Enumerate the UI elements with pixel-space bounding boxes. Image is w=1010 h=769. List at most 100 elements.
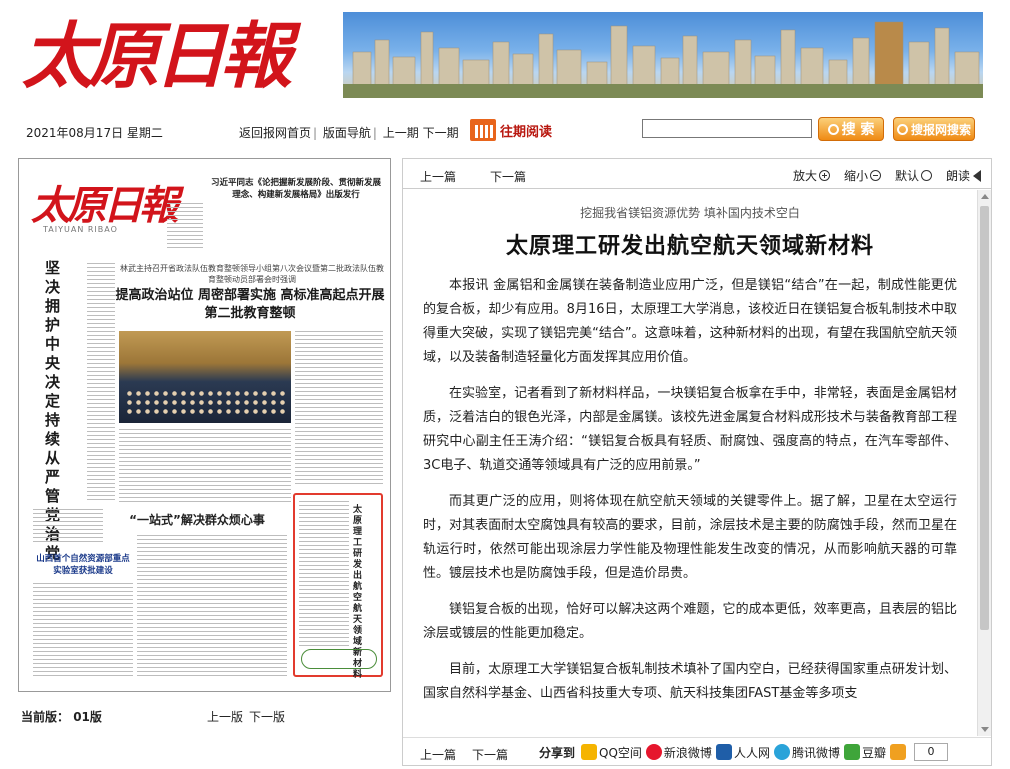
calendar-icon xyxy=(470,119,496,141)
site-logo[interactable]: 太原日報 xyxy=(22,6,322,106)
issue-date: 2021年08月17日 星期二 xyxy=(26,126,163,140)
search-input[interactable] xyxy=(642,119,812,138)
share-label: 分享到 xyxy=(539,745,576,760)
page-text-block xyxy=(137,535,287,677)
douban-icon xyxy=(843,744,860,760)
article-toolbar: 上一篇 下一篇 放大 缩小 默认 朗读 xyxy=(403,159,991,189)
circle-icon xyxy=(920,170,932,181)
article-scrollbar[interactable] xyxy=(977,190,991,736)
article-subtitle: 挖掘我省镁铝资源优势 填补国内技术空白 xyxy=(580,206,800,220)
layout-nav-link[interactable]: 版面导航 xyxy=(323,126,371,140)
page-meeting-line[interactable]: 林武主持召开省政法队伍教育整顿领导小组第八次会议暨第二批政法队伍教育整顿动员部署… xyxy=(119,263,385,285)
search-button-label: 搜 索 xyxy=(841,122,875,138)
page-masthead-logo: 太原日報 xyxy=(31,182,179,229)
article-text: 本报讯 金属铝和金属镁在装备制造业应用广泛，但是镁铝“结合”在一起，制成性能更优… xyxy=(423,274,957,718)
archive-reading-link[interactable]: 往期阅读 xyxy=(470,118,552,142)
share-bar: 分享到 QQ空间 新浪微博 人人网 腾讯微博 豆瓣 0 xyxy=(539,743,948,761)
article-title: 太原理工研发出航空航天领域新材料 xyxy=(505,234,874,259)
highlighted-article-box[interactable]: 太原理工研发出航空航天领域新材料 xyxy=(293,493,383,680)
meeting-photo[interactable] xyxy=(119,331,291,423)
home-link[interactable]: 返回报网首页 xyxy=(239,126,311,140)
share-weibo-label: 新浪微博 xyxy=(663,745,712,760)
article-footer: 上一篇 下一篇 分享到 QQ空间 新浪微博 人人网 腾讯微博 豆瓣 0 xyxy=(403,737,991,765)
article-content: 挖掘我省镁铝资源优势 填补国内技术空白 太原理工研发出航空航天领域新材料 本报讯… xyxy=(403,190,977,736)
next-page-link[interactable]: 下一版 xyxy=(249,710,285,724)
search-button[interactable]: 搜 索 xyxy=(818,117,884,141)
page-nav: 上一版 下一版 xyxy=(207,708,291,725)
scroll-down-arrow-icon[interactable] xyxy=(981,727,989,732)
page-text-block xyxy=(119,429,291,503)
read-aloud-label: 朗读 xyxy=(945,169,970,183)
reading-tools: 放大 缩小 默认 朗读 xyxy=(779,167,981,184)
separator: | xyxy=(372,126,377,140)
next-issue-link[interactable]: 下一期 xyxy=(423,126,459,140)
ad-banner xyxy=(301,649,377,669)
weibo-icon xyxy=(645,744,662,760)
plus-icon xyxy=(889,744,906,760)
share-renren[interactable]: 人人网 xyxy=(715,744,770,761)
newspaper-page-preview: 太原日報 TAIYUAN RIBAO 习近平同志《论把握新发展阶段、贯彻新发展理… xyxy=(18,158,391,692)
share-tencent-weibo-label: 腾讯微博 xyxy=(791,745,840,760)
scroll-up-arrow-icon[interactable] xyxy=(981,194,989,199)
page-text-block xyxy=(167,203,203,249)
share-qzone-label: QQ空间 xyxy=(599,745,642,760)
prev-issue-link[interactable]: 上一期 xyxy=(383,126,419,140)
zoom-in-button[interactable]: 放大 xyxy=(793,167,830,184)
search-icon xyxy=(827,123,839,135)
plus-icon xyxy=(818,170,830,181)
search-icon xyxy=(896,123,908,135)
page-text-block xyxy=(295,331,383,487)
next-article-link[interactable]: 下一篇 xyxy=(490,170,526,184)
site-search-label: 搜报网搜索 xyxy=(910,122,971,137)
default-size-button[interactable]: 默认 xyxy=(895,167,932,184)
share-douban-label: 豆瓣 xyxy=(861,745,886,760)
default-size-label: 默认 xyxy=(894,169,919,183)
page-text-block xyxy=(87,263,115,503)
separator: | xyxy=(313,126,318,140)
share-qzone[interactable]: QQ空间 xyxy=(581,744,642,761)
speaker-icon xyxy=(973,169,981,182)
masthead: 太原日報 xyxy=(0,0,1010,112)
page-text-block xyxy=(33,583,133,677)
page-top-headline[interactable]: 习近平同志《论把握新发展阶段、贯彻新发展理念、构建新发展格局》出版发行 xyxy=(207,177,385,201)
read-aloud-button[interactable]: 朗读 xyxy=(946,167,981,184)
article-panel: 上一篇 下一篇 放大 缩小 默认 朗读 挖掘我省镁铝资源优势 填补国内技术空白 太… xyxy=(402,158,992,766)
article-nav-top: 上一篇 下一篇 xyxy=(420,168,560,185)
zoom-out-label: 缩小 xyxy=(843,169,868,183)
front-page-image[interactable]: 太原日報 TAIYUAN RIBAO 习近平同志《论把握新发展阶段、贯彻新发展理… xyxy=(27,163,385,687)
tencent-weibo-icon xyxy=(773,744,790,760)
article-paragraph: 目前，太原理工大学镁铝复合板轧制技术填补了国内空白，已经获得国家重点研发计划、国… xyxy=(423,662,957,701)
article-paragraph: 本报讯 金属铝和金属镁在装备制造业应用广泛，但是镁铝“结合”在一起，制成性能更优… xyxy=(423,278,957,365)
prev-page-link[interactable]: 上一版 xyxy=(207,710,243,724)
article-paragraph: 镁铝复合板的出现，恰好可以解决这两个难题，它的成本更低，效率更高，且表层的铝比涂… xyxy=(423,602,957,641)
nav-links: 返回报网首页 | 版面导航 | 上一期 下一期 xyxy=(239,124,459,141)
page-blue-headline[interactable]: 山西首个自然资源部重点实验室获批建设 xyxy=(33,553,133,577)
page-text-block xyxy=(33,509,103,545)
prev-article-link[interactable]: 上一篇 xyxy=(420,170,456,184)
page-pager: 当前版： 01版 上一版 下一版 xyxy=(18,704,391,728)
minus-icon xyxy=(869,170,881,181)
share-weibo[interactable]: 新浪微博 xyxy=(645,744,712,761)
article-nav-bottom: 上一篇 下一篇 xyxy=(420,746,524,763)
scrollbar-thumb[interactable] xyxy=(980,206,989,630)
share-tencent-weibo[interactable]: 腾讯微博 xyxy=(773,744,840,761)
share-douban[interactable]: 豆瓣 xyxy=(843,744,886,761)
site-search-button[interactable]: 搜报网搜索 xyxy=(893,117,975,141)
qzone-icon xyxy=(581,744,598,760)
prev-article-link[interactable]: 上一篇 xyxy=(420,748,456,762)
city-banner-image xyxy=(343,12,983,98)
next-article-link[interactable]: 下一篇 xyxy=(472,748,508,762)
page-main-headline[interactable]: 提高政治站位 周密部署实施 高标准高起点开展第二批教育整顿 xyxy=(115,287,385,323)
archive-label: 往期阅读 xyxy=(500,124,553,140)
current-page-value: 01版 xyxy=(73,710,102,724)
article-paragraph: 在实验室，记者看到了新材料样品，一块镁铝复合板拿在手中，非常轻，表面是金属铝材质… xyxy=(423,386,957,473)
zoom-out-button[interactable]: 缩小 xyxy=(844,167,881,184)
current-page-indicator: 当前版： 01版 xyxy=(21,708,102,725)
page-mid-headline[interactable]: “一站式”解决群众烦心事 xyxy=(107,511,287,528)
page-text-block xyxy=(299,501,349,647)
current-page-label: 当前版： xyxy=(21,710,70,724)
top-nav-bar: 2021年08月17日 星期二 返回报网首页 | 版面导航 | 上一期 下一期 往期… xyxy=(18,114,993,146)
page-masthead-subtitle: TAIYUAN RIBAO xyxy=(43,225,118,234)
share-more-button[interactable] xyxy=(889,744,908,760)
renren-icon xyxy=(715,744,732,760)
